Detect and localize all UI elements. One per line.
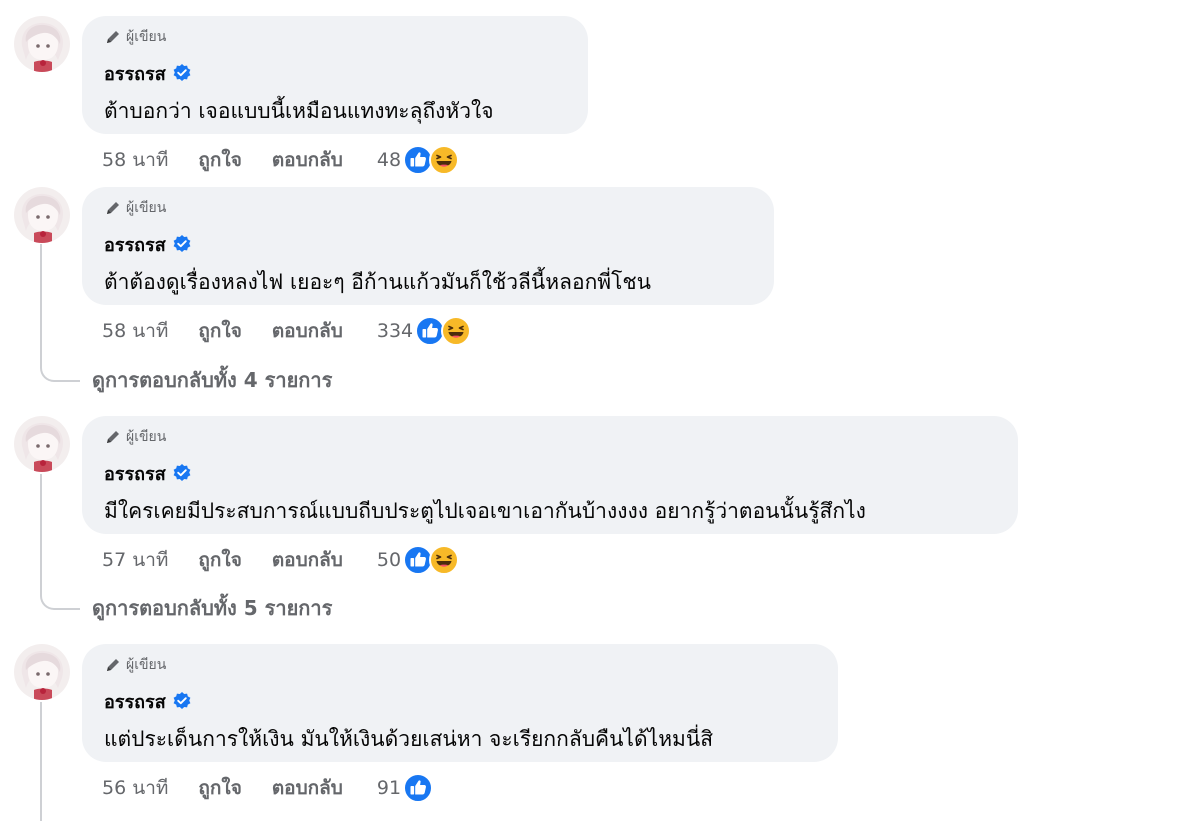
author-badge: ผู้เขียน	[104, 197, 166, 219]
reaction-count: 48	[376, 149, 402, 171]
comment-bubble: ผู้เขียน อรรถรส แต่ประเด็นการให้เงิน มัน…	[82, 644, 838, 762]
author-badge: ผู้เขียน	[104, 426, 166, 448]
author-line: อรรถรส	[104, 60, 192, 86]
comment-time[interactable]: 58 นาที	[102, 145, 168, 175]
pen-icon	[104, 656, 122, 674]
view-replies-link[interactable]: ดูการตอบกลับทั้ง 5 รายการ	[92, 594, 332, 622]
author-line: อรรถรส	[104, 460, 192, 486]
pen-icon	[104, 199, 122, 217]
reactions-summary[interactable]: 50	[377, 545, 459, 575]
author-badge-label: ผู้เขียน	[126, 200, 167, 216]
haha-icon	[441, 316, 471, 346]
author-name[interactable]: อรรถรส	[104, 459, 166, 488]
reply-button[interactable]: ตอบกลับ	[272, 145, 343, 175]
verified-icon	[172, 234, 192, 254]
like-button[interactable]: ถูกใจ	[198, 145, 241, 175]
verified-icon	[172, 691, 192, 711]
verified-icon	[172, 63, 192, 83]
comment-text: ต้าต้องดูเรื่องหลงไฟ เยอะๆ อีก้านแก้วมัน…	[104, 270, 652, 294]
comment-bubble: ผู้เขียน อรรถรส มีใครเคยมีประสบการณ์แบบถ…	[82, 416, 1018, 534]
like-button[interactable]: ถูกใจ	[198, 773, 241, 803]
author-name[interactable]: อรรถรส	[104, 687, 166, 716]
comment-time[interactable]: 56 นาที	[102, 773, 168, 803]
comment-bubble: ผู้เขียน อรรถรส ต้าต้องดูเรื่องหลงไฟ เยอ…	[82, 187, 774, 305]
like-icon	[403, 773, 433, 803]
like-button[interactable]: ถูกใจ	[198, 545, 241, 575]
thread-connector	[40, 588, 80, 610]
reply-button[interactable]: ตอบกลับ	[272, 773, 343, 803]
haha-icon	[429, 545, 459, 575]
comment-text: แต่ประเด็นการให้เงิน มันให้เงินด้วยเสน่ห…	[104, 727, 714, 751]
reactions-summary[interactable]: 91	[377, 773, 433, 803]
comment-actions: 58 นาที ถูกใจ ตอบกลับ 334	[102, 317, 471, 345]
author-badge: ผู้เขียน	[104, 26, 166, 48]
reaction-count: 50	[376, 549, 402, 571]
comment-time[interactable]: 57 นาที	[102, 545, 168, 575]
author-name[interactable]: อรรถรส	[104, 59, 166, 88]
avatar[interactable]	[14, 644, 70, 700]
author-line: อรรถรส	[104, 688, 192, 714]
reaction-count: 91	[376, 777, 402, 799]
avatar[interactable]	[14, 16, 70, 72]
reactions-summary[interactable]: 334	[377, 316, 471, 346]
comment-text: มีใครเคยมีประสบการณ์แบบถีบประตูไปเจอเขาเ…	[104, 499, 866, 523]
verified-icon	[172, 463, 192, 483]
comment-bubble: ผู้เขียน อรรถรส ต้าบอกว่า เจอแบบนี้เหมือ…	[82, 16, 588, 134]
thread-line	[40, 702, 42, 821]
pen-icon	[104, 428, 122, 446]
reply-button[interactable]: ตอบกลับ	[272, 545, 343, 575]
author-badge-label: ผู้เขียน	[126, 429, 167, 445]
like-button[interactable]: ถูกใจ	[198, 316, 241, 346]
author-badge-label: ผู้เขียน	[126, 657, 167, 673]
thread-line	[40, 244, 42, 366]
avatar-image	[14, 416, 70, 472]
thread-line	[40, 474, 42, 594]
pen-icon	[104, 28, 122, 46]
author-badge-label: ผู้เขียน	[126, 29, 167, 45]
avatar[interactable]	[14, 416, 70, 472]
author-line: อรรถรส	[104, 231, 192, 257]
comment-actions: 56 นาที ถูกใจ ตอบกลับ 91	[102, 774, 433, 802]
comment-actions: 58 นาที ถูกใจ ตอบกลับ 48	[102, 146, 459, 174]
view-replies-link[interactable]: ดูการตอบกลับทั้ง 4 รายการ	[92, 366, 332, 394]
comment-actions: 57 นาที ถูกใจ ตอบกลับ 50	[102, 546, 459, 574]
thread-connector	[40, 360, 80, 382]
avatar-image	[14, 16, 70, 72]
haha-icon	[429, 145, 459, 175]
avatar-image	[14, 644, 70, 700]
comment-time[interactable]: 58 นาที	[102, 316, 168, 346]
reaction-count: 334	[376, 320, 414, 342]
reactions-summary[interactable]: 48	[377, 145, 459, 175]
author-name[interactable]: อรรถรส	[104, 230, 166, 259]
avatar[interactable]	[14, 187, 70, 243]
author-badge: ผู้เขียน	[104, 654, 166, 676]
avatar-image	[14, 187, 70, 243]
reply-button[interactable]: ตอบกลับ	[272, 316, 343, 346]
comment-text: ต้าบอกว่า เจอแบบนี้เหมือนแทงทะลุถึงหัวใจ	[104, 99, 494, 123]
